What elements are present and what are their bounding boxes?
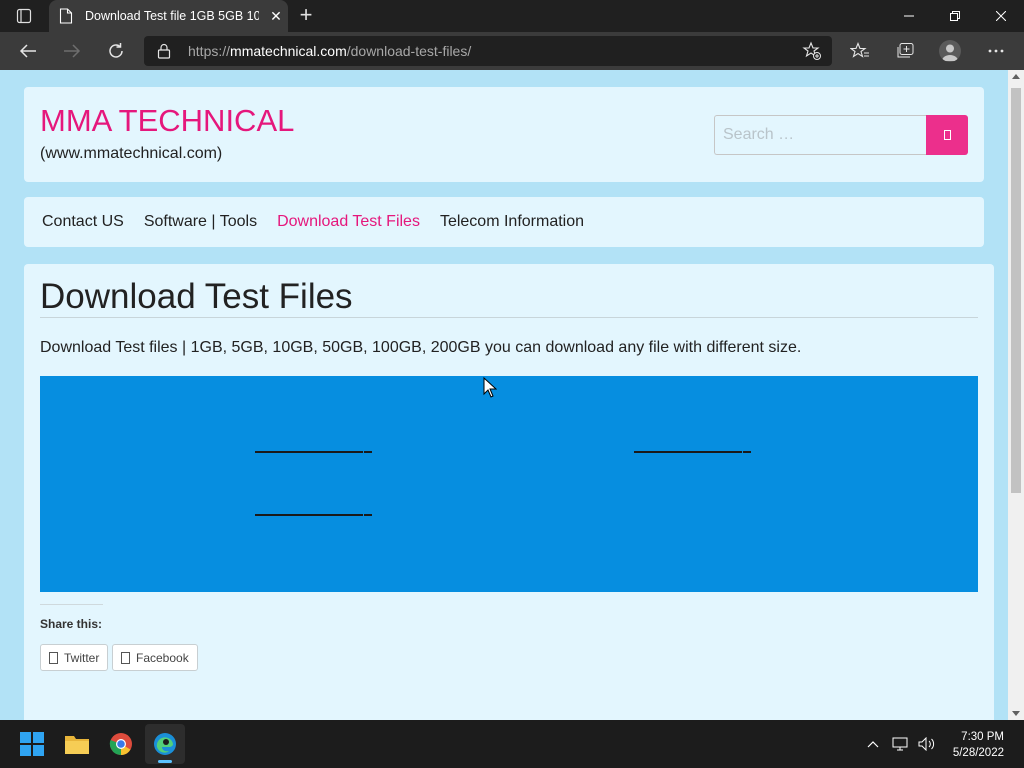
scroll-up-icon[interactable] xyxy=(1012,74,1020,79)
title-divider xyxy=(40,317,978,318)
more-menu-icon[interactable] xyxy=(984,39,1008,63)
avatar xyxy=(939,40,961,62)
windows-taskbar: 7:30 PM 5/28/2022 xyxy=(0,720,1024,768)
browser-toolbar: https://mmatechnical.com/download-test-f… xyxy=(0,32,1024,70)
tab-title: Download Test file 1GB 5GB 10GB xyxy=(85,9,259,23)
search-button[interactable] xyxy=(926,115,968,155)
folder-icon xyxy=(65,736,89,754)
restore-icon[interactable] xyxy=(932,0,978,32)
nav-item-software-tools[interactable]: Software | Tools xyxy=(144,213,257,231)
collections-icon[interactable] xyxy=(893,39,917,63)
site-subtitle: (www.mmatechnical.com) xyxy=(40,145,223,162)
site-header: MMA TECHNICAL (www.mmatechnical.com) xyxy=(24,87,984,182)
nav-item-telecom-information[interactable]: Telecom Information xyxy=(440,213,584,231)
nav-item-contact-us[interactable]: Contact US xyxy=(42,213,124,231)
site-title-link[interactable]: MMA TECHNICAL xyxy=(40,103,294,139)
address-bar[interactable]: https://mmatechnical.com/download-test-f… xyxy=(144,36,832,66)
search-icon xyxy=(943,130,951,140)
close-window-icon[interactable] xyxy=(978,0,1024,32)
refresh-icon[interactable] xyxy=(104,39,128,63)
url-text[interactable]: https://mmatechnical.com/download-test-f… xyxy=(188,43,471,59)
lock-icon[interactable] xyxy=(157,43,171,59)
page-title: Download Test Files xyxy=(40,277,353,316)
edge-button[interactable] xyxy=(145,724,185,764)
mouse-cursor-icon xyxy=(483,377,497,398)
share-label: Share this: xyxy=(40,617,103,631)
ad-block[interactable] xyxy=(40,376,978,592)
facebook-icon xyxy=(121,651,130,664)
minimize-icon[interactable] xyxy=(886,0,932,32)
window-controls xyxy=(886,0,1024,32)
share-facebook-label: Facebook xyxy=(136,650,189,665)
placeholder-line xyxy=(255,514,372,516)
system-clock[interactable]: 7:30 PM 5/28/2022 xyxy=(953,729,1004,761)
close-tab-icon[interactable]: ✕ xyxy=(269,8,283,25)
intro-paragraph: Download Test files | 1GB, 5GB, 10GB, 50… xyxy=(40,339,802,356)
favorites-icon[interactable] xyxy=(848,39,872,63)
scrollbar-thumb[interactable] xyxy=(1011,88,1021,493)
article-content: Download Test Files Download Test files … xyxy=(24,264,994,720)
scroll-down-icon[interactable] xyxy=(1012,711,1020,716)
twitter-icon xyxy=(49,651,58,664)
browser-tab-active[interactable]: Download Test file 1GB 5GB 10GB ✕ xyxy=(49,0,288,32)
placeholder-line xyxy=(255,451,372,453)
page-icon xyxy=(59,8,73,24)
share-divider xyxy=(40,604,103,605)
tab-actions-icon[interactable] xyxy=(10,7,38,25)
profile-avatar[interactable] xyxy=(938,39,962,63)
forward-arrow-icon[interactable] xyxy=(60,39,84,63)
placeholder-line xyxy=(634,451,751,453)
volume-icon[interactable] xyxy=(918,735,936,753)
add-favorite-icon[interactable] xyxy=(802,41,822,61)
network-icon[interactable] xyxy=(892,735,910,753)
search-input[interactable] xyxy=(714,115,928,155)
start-button[interactable] xyxy=(12,724,52,764)
nav-item-download-test-files[interactable]: Download Test Files xyxy=(277,213,420,231)
clock-date: 5/28/2022 xyxy=(952,747,1004,759)
share-twitter-button[interactable]: Twitter xyxy=(40,644,109,671)
edge-icon xyxy=(154,733,176,755)
windows-logo-icon xyxy=(20,732,44,756)
page-scrollbar[interactable] xyxy=(1008,70,1024,720)
share-facebook-button[interactable]: Facebook xyxy=(112,644,198,671)
clock-time: 7:30 PM xyxy=(961,731,1004,743)
chevron-up-icon[interactable] xyxy=(864,735,882,753)
file-explorer-button[interactable] xyxy=(57,724,97,764)
back-arrow-icon[interactable] xyxy=(16,39,40,63)
nav-menu: Contact US Software | Tools Download Tes… xyxy=(42,213,584,231)
main-navigation: Contact US Software | Tools Download Tes… xyxy=(24,197,984,247)
browser-tab-bar: Download Test file 1GB 5GB 10GB ✕ + xyxy=(0,0,1024,32)
share-twitter-label: Twitter xyxy=(64,650,100,665)
new-tab-icon[interactable]: + xyxy=(295,4,317,27)
page-viewport: MMA TECHNICAL (www.mmatechnical.com) Con… xyxy=(0,70,1008,720)
chrome-button[interactable] xyxy=(101,724,141,764)
chrome-icon xyxy=(109,733,132,755)
